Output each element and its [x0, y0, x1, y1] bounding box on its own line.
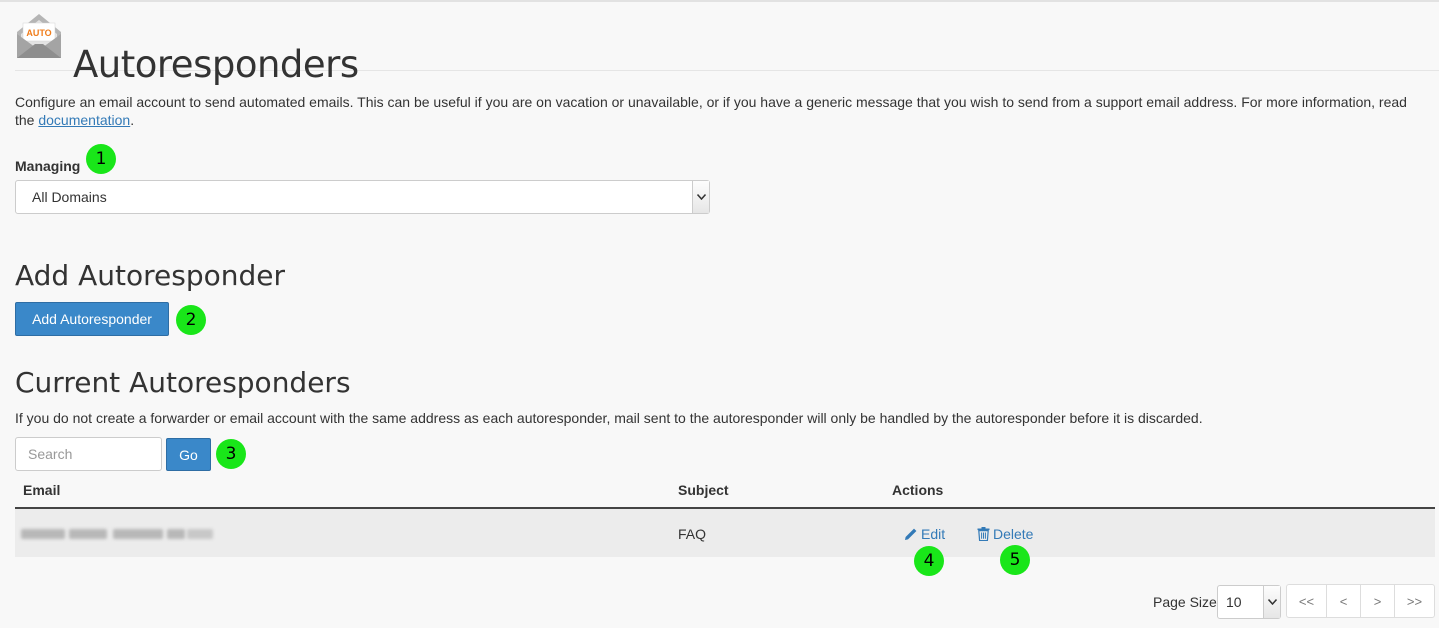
delete-link[interactable]: Delete — [977, 526, 1033, 542]
current-autoresponders-heading: Current Autoresponders — [15, 366, 351, 399]
page-title: Autoresponders — [73, 42, 359, 86]
callout-4: 4 — [914, 546, 944, 576]
callout-2: 2 — [176, 305, 206, 335]
chevron-down-icon — [692, 181, 709, 213]
chevron-down-icon — [1263, 586, 1280, 618]
description-text: Configure an email account to send autom… — [15, 94, 1407, 128]
trash-icon — [977, 527, 990, 541]
go-button[interactable]: Go — [166, 438, 211, 471]
previous-page-button[interactable]: < — [1326, 584, 1361, 618]
managing-selected-value: All Domains — [32, 189, 107, 205]
page-header: AUTO Autoresponders — [15, 12, 1439, 86]
current-autoresponders-description: If you do not create a forwarder or emai… — [15, 410, 1203, 426]
page-description: Configure an email account to send autom… — [15, 93, 1415, 129]
managing-label: Managing — [15, 158, 81, 174]
redacted-email — [21, 529, 213, 539]
autoresponder-icon: AUTO — [17, 14, 61, 58]
last-page-button[interactable]: >> — [1394, 584, 1435, 618]
pagination-controls: << < > >> — [1286, 584, 1435, 618]
table-row: FAQ Edit Delete — [15, 509, 1435, 557]
page-size-label: Page Size — [1153, 594, 1217, 610]
callout-3: 3 — [216, 439, 246, 469]
page-size-value: 10 — [1226, 594, 1242, 610]
managing-select[interactable]: All Domains — [15, 180, 710, 214]
top-border — [0, 0, 1439, 2]
pencil-icon — [905, 528, 917, 540]
page-size-select[interactable]: 10 — [1217, 585, 1281, 619]
edit-label: Edit — [921, 526, 946, 542]
add-autoresponder-heading: Add Autoresponder — [15, 259, 285, 292]
search-input[interactable] — [15, 437, 162, 471]
callout-5: 5 — [1000, 545, 1030, 575]
documentation-link[interactable]: documentation — [38, 112, 130, 128]
description-end: . — [130, 112, 135, 128]
column-header-subject[interactable]: Subject — [678, 482, 729, 498]
delete-label: Delete — [993, 526, 1034, 542]
column-header-actions: Actions — [892, 482, 944, 498]
first-page-button[interactable]: << — [1286, 584, 1327, 618]
add-autoresponder-button[interactable]: Add Autoresponder — [15, 302, 169, 336]
svg-text:AUTO: AUTO — [26, 28, 51, 38]
next-page-button[interactable]: > — [1360, 584, 1395, 618]
column-header-email[interactable]: Email — [23, 482, 60, 498]
edit-link[interactable]: Edit — [904, 526, 945, 542]
callout-1: 1 — [86, 144, 116, 174]
row-subject: FAQ — [678, 526, 707, 542]
